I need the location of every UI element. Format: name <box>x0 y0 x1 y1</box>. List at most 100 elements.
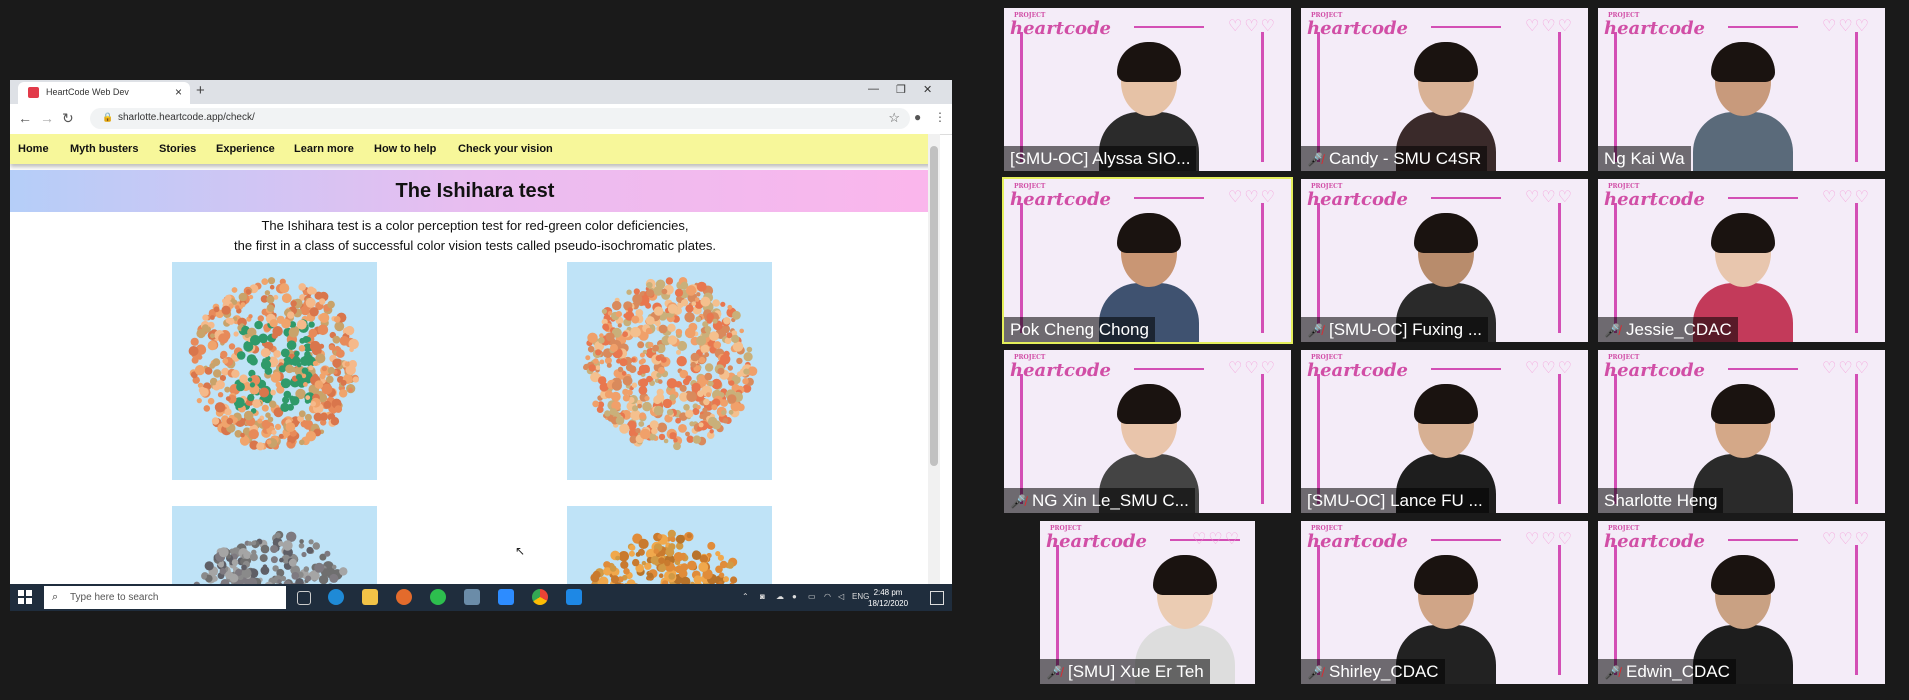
zoom-icon[interactable] <box>498 589 514 605</box>
nav-check-vision[interactable]: Check your vision <box>458 143 553 155</box>
heartcode-logo: PROJECT heartcode <box>1604 354 1706 381</box>
onedrive-icon[interactable]: ☁ <box>776 592 784 601</box>
search-placeholder: Type here to search <box>70 592 159 603</box>
wifi-icon[interactable]: ◠ <box>824 592 831 601</box>
scrollbar-thumb[interactable] <box>930 146 938 466</box>
language-indicator[interactable]: ENG <box>852 592 869 601</box>
participant-tile[interactable]: PROJECT heartcode ♡♡♡ [SMU-OC] Lance FU ... <box>1301 350 1588 513</box>
chrome-icon[interactable] <box>532 589 548 605</box>
nav-home[interactable]: Home <box>18 143 49 155</box>
background-line <box>1134 368 1204 370</box>
clock-time: 2:48 pm <box>873 588 903 597</box>
participant-tile[interactable]: PROJECT heartcode ♡♡♡ 🎤̸ Candy - SMU C4SR <box>1301 8 1588 171</box>
volume-icon[interactable]: ◁ <box>838 592 844 601</box>
close-window-icon[interactable]: ✕ <box>923 83 932 96</box>
background-line <box>1728 26 1798 28</box>
vscode-icon[interactable] <box>566 589 582 605</box>
new-tab-button[interactable]: + <box>196 82 205 99</box>
nav-stories[interactable]: Stories <box>159 143 196 155</box>
nav-how-to-help[interactable]: How to help <box>374 143 436 155</box>
tray-chevron-icon[interactable]: ⌃ <box>742 592 749 601</box>
edge-icon[interactable] <box>328 589 344 605</box>
nav-myth-busters[interactable]: Myth busters <box>70 143 138 155</box>
heartcode-logo: PROJECT heartcode <box>1604 12 1706 39</box>
muted-mic-icon: 🎤̸ <box>1307 152 1324 167</box>
background-line <box>1728 539 1798 541</box>
participant-name: Ng Kai Wa <box>1598 146 1691 171</box>
firefox-icon[interactable] <box>396 589 412 605</box>
participant-tile[interactable]: PROJECT heartcode ♡♡♡ 🎤̸ Edwin_CDAC <box>1598 521 1885 684</box>
notepad-icon[interactable] <box>464 589 480 605</box>
ishihara-plate-3 <box>172 506 377 584</box>
hearts-decoration: ♡♡♡ <box>1524 531 1574 548</box>
taskbar-clock[interactable]: 2:48 pm 18/12/2020 <box>868 587 908 609</box>
tray-app-icon[interactable]: ◙ <box>760 592 765 601</box>
menu-kebab-icon[interactable]: ⋮ <box>934 110 946 124</box>
back-icon[interactable]: ← <box>18 110 32 126</box>
participant-tile[interactable]: PROJECT heartcode ♡♡♡ 🎤̸ Shirley_CDAC <box>1301 521 1588 684</box>
url-field[interactable]: 🔒 sharlotte.heartcode.app/check/ ☆ <box>90 108 910 129</box>
participant-tile[interactable]: PROJECT heartcode ♡♡♡ 🎤̸ [SMU-OC] Fuxing ... <box>1301 179 1588 342</box>
heartcode-logo: PROJECT heartcode <box>1604 525 1706 552</box>
page-scrollbar[interactable] <box>928 134 940 584</box>
background-line <box>1431 539 1501 541</box>
hearts-decoration: ♡♡♡ <box>1227 360 1277 377</box>
browser-tab[interactable]: HeartCode Web Dev × <box>18 82 190 104</box>
page-title: The Ishihara test <box>395 180 555 202</box>
participant-tile[interactable]: PROJECT heartcode ♡♡♡ 🎤̸ Jessie_CDAC <box>1598 179 1885 342</box>
participant-name: 🎤̸ Jessie_CDAC <box>1598 317 1738 342</box>
participant-tile[interactable]: PROJECT heartcode ♡♡♡ Pok Cheng Chong <box>1002 177 1293 344</box>
participant-tile[interactable]: PROJECT heartcode ♡♡♡ 🎤̸ [SMU] Xue Er Teh <box>1040 521 1255 684</box>
participant-tile[interactable]: PROJECT heartcode ♡♡♡ Sharlotte Heng <box>1598 350 1885 513</box>
participant-tile[interactable]: PROJECT heartcode ♡♡♡ Ng Kai Wa <box>1598 8 1885 171</box>
battery-icon[interactable]: ▭ <box>808 592 816 601</box>
hearts-decoration: ♡♡♡ <box>1821 189 1871 206</box>
shared-screen: HeartCode Web Dev × + — ❐ ✕ ← → ↻ 🔒 shar… <box>10 80 952 611</box>
forward-icon[interactable]: → <box>40 110 54 126</box>
background-line <box>1431 26 1501 28</box>
heartcode-logo: PROJECT heartcode <box>1010 354 1112 381</box>
participant-name: 🎤̸ Candy - SMU C4SR <box>1301 146 1488 171</box>
background-line <box>1728 197 1798 199</box>
description-line-2: the first in a class of successful color… <box>234 238 716 253</box>
ishihara-plate-4 <box>567 506 772 584</box>
muted-mic-icon: 🎤̸ <box>1604 665 1621 680</box>
mic-tray-icon[interactable]: ● <box>792 592 797 601</box>
bookmark-star-icon[interactable]: ☆ <box>888 110 900 126</box>
task-view-icon[interactable] <box>297 591 311 605</box>
reload-icon[interactable]: ↻ <box>62 110 74 127</box>
participant-name: 🎤̸ Edwin_CDAC <box>1598 659 1736 684</box>
line-icon[interactable] <box>430 589 446 605</box>
url-text: sharlotte.heartcode.app/check/ <box>118 112 255 123</box>
minimize-icon[interactable]: — <box>868 83 879 95</box>
background-line <box>1431 197 1501 199</box>
close-tab-icon[interactable]: × <box>175 85 182 99</box>
hearts-decoration: ♡♡♡ <box>1524 360 1574 377</box>
nav-learn-more[interactable]: Learn more <box>294 143 354 155</box>
notification-icon[interactable] <box>930 591 944 605</box>
file-explorer-icon[interactable] <box>362 589 378 605</box>
hearts-decoration: ♡♡♡ <box>1821 360 1871 377</box>
clock-date: 18/12/2020 <box>868 599 909 608</box>
hearts-decoration: ♡♡♡ <box>1191 531 1241 548</box>
nav-experience[interactable]: Experience <box>216 143 275 155</box>
taskbar-search[interactable]: ⌕ Type here to search <box>44 586 286 609</box>
hearts-decoration: ♡♡♡ <box>1227 18 1277 35</box>
hearts-decoration: ♡♡♡ <box>1821 531 1871 548</box>
heartcode-logo: PROJECT heartcode <box>1604 183 1706 210</box>
ishihara-plate-1 <box>172 262 377 480</box>
heartcode-logo: PROJECT heartcode <box>1010 12 1112 39</box>
hearts-decoration: ♡♡♡ <box>1821 18 1871 35</box>
background-line <box>1134 26 1204 28</box>
description-line-1: The Ishihara test is a color perception … <box>261 218 689 233</box>
participant-name: 🎤̸ Shirley_CDAC <box>1301 659 1445 684</box>
search-icon: ⌕ <box>52 591 59 603</box>
restore-icon[interactable]: ❐ <box>896 83 906 96</box>
participant-tile[interactable]: PROJECT heartcode ♡♡♡ [SMU-OC] Alyssa SIO..… <box>1004 8 1291 171</box>
background-line <box>1134 197 1204 199</box>
participant-name: Pok Cheng Chong <box>1004 317 1155 342</box>
profile-avatar-icon[interactable]: ● <box>914 110 921 124</box>
windows-start-icon[interactable] <box>18 590 32 604</box>
heartcode-logo: PROJECT heartcode <box>1307 12 1409 39</box>
participant-tile[interactable]: PROJECT heartcode ♡♡♡ 🎤̸ NG Xin Le_SMU C... <box>1004 350 1291 513</box>
